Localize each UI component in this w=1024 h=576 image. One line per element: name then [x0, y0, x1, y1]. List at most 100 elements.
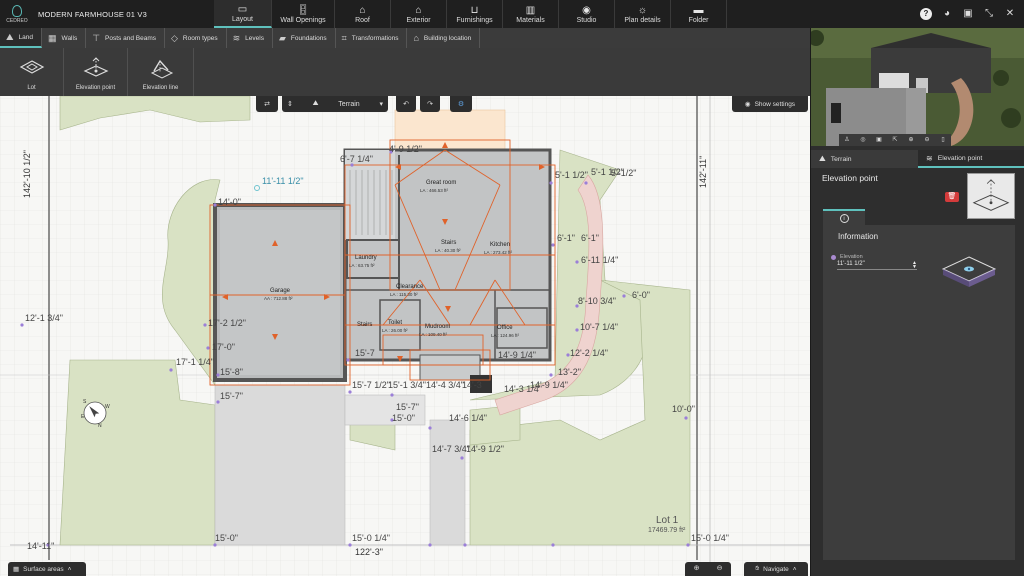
- sun-icon: ☼: [637, 4, 648, 16]
- information-section: Information Elevation 11'-11 1/2" ▲ ▼: [823, 225, 1015, 560]
- room-name: Stairs: [441, 240, 457, 246]
- door-icon: 🚪︎: [296, 4, 310, 16]
- settings-button[interactable]: ⚙: [450, 96, 472, 112]
- elevation-label: 15'-0": [392, 413, 415, 423]
- tool-label: Elevation line: [142, 85, 179, 91]
- terrain-dropdown[interactable]: ⇕ ⛰︎ Terrain ▾: [282, 96, 388, 112]
- tab-plan-details[interactable]: ☼ Plan details: [615, 0, 671, 28]
- tab-roof[interactable]: ⌂ Roof: [335, 0, 391, 28]
- tab-wall-openings[interactable]: 🚪︎ Wall Openings: [272, 0, 335, 28]
- panel-tab-label: Terrain: [830, 155, 852, 163]
- lot-name: Lot 1: [656, 515, 679, 526]
- show-settings-button[interactable]: ◉ Show settings: [732, 96, 808, 112]
- save-icon[interactable]: ▣: [962, 8, 974, 20]
- orbit-icon[interactable]: ◎: [855, 134, 871, 146]
- tool-label: Lot: [27, 85, 36, 91]
- tab-materials[interactable]: ▥ Materials: [503, 0, 559, 28]
- elevation-dot-icon: [831, 254, 836, 260]
- subtab-transformations[interactable]: ⌗ Transformations: [336, 28, 408, 48]
- subtab-room-types[interactable]: ◇ Room types: [165, 28, 227, 48]
- zoom-out-icon[interactable]: ⊖: [919, 134, 935, 146]
- elevation-label: 5'-1/2": [611, 168, 637, 178]
- account-icon[interactable]: ◕: [941, 8, 953, 20]
- elevation-label: 17'-1 1/4": [176, 357, 214, 367]
- zoom-out-icon[interactable]: ⊖: [708, 562, 731, 576]
- close-icon[interactable]: ✕: [1004, 8, 1016, 20]
- plan-canvas[interactable]: S W N E 142'-10 1/2" 142'-11" 122'-3" Lot 1…: [0, 96, 810, 576]
- help-icon[interactable]: ?: [920, 8, 932, 20]
- panel-tab-label: Elevation point: [937, 154, 983, 162]
- tab-elevation-point[interactable]: ≋ Elevation point: [918, 150, 1024, 168]
- subtab-land[interactable]: ⛰︎ Land: [0, 28, 43, 48]
- tab-label: Materials: [516, 16, 545, 24]
- room-area: LA : 115.30 ft²: [390, 292, 418, 297]
- beam-icon: ⊤: [92, 32, 101, 43]
- sub-tab-bar: ⛰︎ Land ▦ Walls ⊤ Posts and Beams ◇ Room typ…: [0, 28, 810, 48]
- swap-view-button[interactable]: ⇄: [256, 96, 278, 112]
- terrain-icon: ⛰︎: [819, 154, 826, 163]
- tool-elevation-point[interactable]: Elevation point: [64, 48, 128, 96]
- zoom-in-icon[interactable]: ⊕: [685, 562, 708, 576]
- subtab-label: Walls: [61, 34, 78, 42]
- subtab-foundations[interactable]: ▰ Foundations: [273, 28, 336, 48]
- subtab-walls[interactable]: ▦ Walls: [42, 28, 87, 48]
- layers-icon: ≋: [926, 153, 933, 163]
- tab-label: Studio: [576, 16, 597, 24]
- collapse-icon[interactable]: ⤡: [983, 8, 995, 20]
- elevation-label: 14'-4 3/4": [426, 380, 464, 390]
- 3d-preview[interactable]: [811, 28, 1024, 146]
- levels-icon: ≋: [232, 32, 241, 43]
- subtab-posts-and-beams[interactable]: ⊤ Posts and Beams: [86, 28, 165, 48]
- information-tab[interactable]: i: [823, 209, 865, 225]
- layout-icon: ▭: [237, 3, 248, 15]
- elevation-illustration: [941, 256, 997, 287]
- hand-icon: ✋︎: [755, 565, 760, 572]
- panel-title: Elevation point: [822, 173, 878, 183]
- mountain-icon: ⛰︎: [6, 31, 14, 42]
- room-name: Clearance: [396, 284, 424, 290]
- logo-text: CEDREO: [6, 17, 28, 24]
- stepper-icon[interactable]: ▲ ▼: [912, 261, 917, 270]
- subtab-levels[interactable]: ≋ Levels: [227, 28, 273, 48]
- navigate-button[interactable]: ✋︎ Navigate ˄: [744, 562, 808, 576]
- delete-button[interactable]: 🗑︎: [945, 192, 959, 202]
- elevation-label: 8'-10 3/4": [578, 296, 616, 306]
- chevron-down-icon: ▾: [379, 101, 383, 108]
- elevation-input[interactable]: 11'-11 1/2" ▲ ▼: [837, 261, 917, 270]
- tab-exterior[interactable]: ⌂ Exterior: [391, 0, 447, 28]
- room-area: LA : 26.00 ft²: [382, 328, 408, 333]
- elevation-label: 14'-0": [218, 197, 241, 207]
- top-bar: CEDREO MODERN FARMHOUSE 01 V3 ▭ Layout 🚪…: [0, 0, 1024, 28]
- tool-elevation-line[interactable]: Elevation line: [128, 48, 194, 96]
- subtab-label: Foundations: [290, 34, 327, 42]
- zoom-in-icon[interactable]: ⊕: [903, 134, 919, 146]
- room-name: Office: [497, 325, 513, 331]
- subtab-building-location[interactable]: ⌂ Building location: [407, 28, 481, 48]
- tab-layout[interactable]: ▭ Layout: [214, 0, 272, 28]
- trash-icon[interactable]: ▯: [935, 134, 951, 146]
- export-icon[interactable]: ⇱: [887, 134, 903, 146]
- cedreo-logo-icon: [12, 4, 22, 17]
- elevation-label: 12'-2 1/4": [570, 348, 608, 358]
- subtab-label: Land: [18, 33, 34, 41]
- surface-areas-button[interactable]: ▦ Surface areas ˄: [8, 562, 86, 576]
- main-tabs: ▭ Layout 🚪︎ Wall Openings ⌂ Roof ⌂ Exter…: [214, 0, 727, 28]
- elevation-label: 15'-0 1/4": [691, 533, 729, 543]
- elevation-label: 14'-9 1/4": [498, 350, 536, 360]
- tab-terrain[interactable]: ⛰︎ Terrain: [811, 150, 918, 168]
- subtab-label: Transformations: [351, 34, 399, 42]
- app-logo[interactable]: CEDREO: [0, 0, 34, 28]
- view-icon[interactable]: ▣: [871, 134, 887, 146]
- elevation-line-icon: [150, 59, 173, 79]
- tool-lot[interactable]: Lot: [0, 48, 64, 96]
- navigate-label: Navigate: [763, 565, 789, 573]
- tab-studio[interactable]: ◉ Studio: [559, 0, 615, 28]
- tab-folder[interactable]: ▬ Folder: [671, 0, 727, 28]
- lot-icon: [19, 60, 44, 74]
- tab-furnishings[interactable]: ⊔ Furnishings: [447, 0, 503, 28]
- redo-button[interactable]: ↷: [420, 96, 440, 112]
- person-icon[interactable]: ♙: [839, 134, 855, 146]
- preview-toolbar: ♙ ◎ ▣ ⇱ ⊕ ⊖ ▯: [839, 134, 951, 146]
- undo-button[interactable]: ↶: [396, 96, 416, 112]
- terrain-label: Terrain: [338, 100, 360, 108]
